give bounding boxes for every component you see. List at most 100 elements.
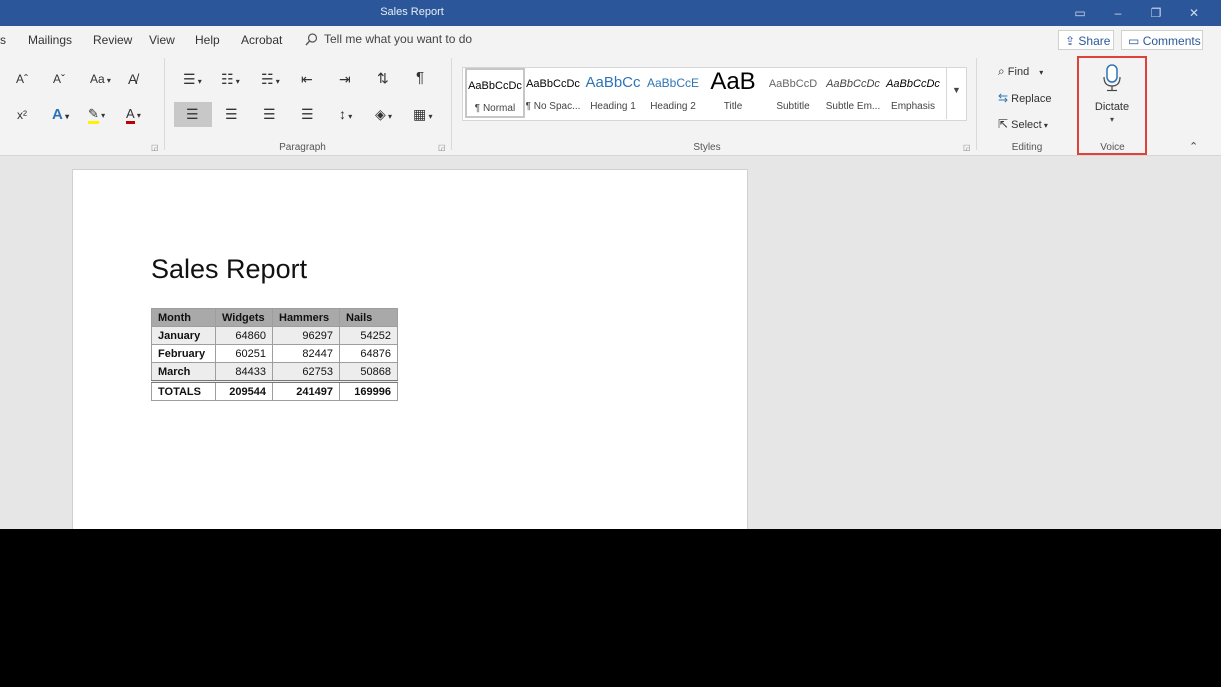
lightbulb-search-icon	[305, 33, 318, 46]
table-cell: TOTALS	[151, 380, 216, 401]
document-page[interactable]: Sales Report Month Widgets Hammers Nails…	[72, 169, 748, 529]
style-label: ¶ Normal	[474, 103, 516, 114]
replace-button[interactable]: ⇆ Replace	[998, 91, 1051, 105]
shrink-font-button[interactable]: Aˇ	[53, 72, 65, 86]
comments-label: Comments	[1142, 34, 1201, 48]
style-preview: AaBbCcDc	[468, 80, 522, 92]
editing-group-label: Editing	[1011, 142, 1043, 153]
bullets-icon[interactable]: ☰ ▾	[183, 71, 202, 88]
table-cell: 62753	[272, 362, 340, 382]
style-heading-1[interactable]: AaBbCc Heading 1	[583, 68, 643, 118]
font-dialog-launcher-icon[interactable]: ◲	[151, 143, 159, 152]
table-row: January 64860 96297 54252	[151, 326, 398, 345]
table-cell: 54252	[339, 326, 398, 345]
style-label: Title	[723, 101, 743, 112]
tab-help[interactable]: Help	[195, 33, 220, 47]
change-case-button[interactable]: Aa ▾	[90, 72, 111, 86]
table-header: Month	[151, 308, 216, 327]
align-center-icon[interactable]: ☰	[225, 106, 238, 123]
font-color-icon[interactable]: A ▾	[126, 106, 141, 124]
multilevel-list-icon[interactable]: ☵ ▾	[261, 71, 280, 88]
group-separator	[164, 58, 165, 150]
style-no-spacing[interactable]: AaBbCcDc ¶ No Spac...	[523, 68, 583, 118]
table-header: Nails	[339, 308, 398, 327]
text-effects-icon[interactable]: A ▾	[52, 106, 69, 123]
group-separator	[451, 58, 452, 150]
table-cell: January	[151, 326, 216, 345]
change-case-label: Aa	[90, 72, 105, 86]
increase-indent-icon[interactable]: ⇥	[339, 71, 351, 88]
styles-dialog-launcher-icon[interactable]: ◲	[963, 143, 971, 152]
minimize-icon[interactable]: –	[1109, 5, 1127, 21]
style-label: Heading 2	[650, 101, 696, 112]
style-title[interactable]: AaB Title	[703, 68, 763, 118]
borders-icon[interactable]: ▦ ▾	[413, 106, 432, 123]
highlight-color-icon[interactable]: ✎ ▾	[88, 106, 105, 124]
style-label: ¶ No Spac...	[525, 101, 581, 112]
collapse-ribbon-icon[interactable]: ⌃	[1189, 140, 1198, 153]
select-button[interactable]: ⇱ Select ▾	[998, 117, 1048, 131]
table-header: Hammers	[272, 308, 340, 327]
ribbon: Aˆ Aˇ Aa ▾ A̸ x² A ▾ ✎ ▾ A ▾ ◲ ☰ ▾ ☷ ▾ ☵…	[0, 54, 1221, 156]
style-preview: AaBbCcDc	[526, 78, 580, 90]
table-totals-row: TOTALS 209544 241497 169996	[151, 380, 398, 401]
style-preview: AaB	[710, 68, 756, 95]
align-right-icon[interactable]: ☰	[263, 106, 276, 123]
styles-group-label: Styles	[693, 142, 721, 153]
decrease-indent-icon[interactable]: ⇤	[301, 71, 313, 88]
word-window: Sales Report ▭ – ❐ ✕ s Mailings Review V…	[0, 0, 1221, 529]
style-emphasis[interactable]: AaBbCcDc Emphasis	[883, 68, 943, 118]
table-row: February 60251 82447 64876	[151, 344, 398, 363]
shading-icon[interactable]: ◈ ▾	[375, 106, 392, 123]
document-title[interactable]: Sales Report	[151, 254, 307, 285]
tab-mailings[interactable]: Mailings	[28, 33, 72, 47]
close-icon[interactable]: ✕	[1185, 5, 1203, 21]
paragraph-dialog-launcher-icon[interactable]: ◲	[438, 143, 446, 152]
clear-formatting-icon[interactable]: A̸	[128, 71, 137, 87]
show-formatting-marks-icon[interactable]: ¶	[416, 69, 424, 86]
find-button[interactable]: ⌕ Find ▾	[998, 64, 1043, 79]
chevron-down-icon: ▼	[952, 85, 961, 95]
find-label: Find	[1007, 66, 1030, 78]
share-button[interactable]: ⇪ Share	[1058, 30, 1114, 50]
table-cell: 64876	[339, 344, 398, 363]
title-bar: Sales Report ▭ – ❐ ✕	[0, 0, 1221, 26]
replace-icon: ⇆	[998, 91, 1009, 105]
superscript-button[interactable]: x²	[17, 108, 27, 122]
ribbon-tabs: s Mailings Review View Help Acrobat Tell…	[0, 26, 1221, 54]
style-subtitle[interactable]: AaBbCcD Subtitle	[763, 68, 823, 118]
table-cell: 169996	[339, 380, 398, 401]
group-separator	[976, 58, 977, 150]
style-label: Subtitle	[776, 101, 810, 112]
restore-icon[interactable]: ❐	[1147, 5, 1165, 21]
align-left-button[interactable]: ☰	[174, 102, 212, 127]
window-title: Sales Report	[380, 6, 444, 18]
sales-table[interactable]: Month Widgets Hammers Nails January 6486…	[151, 308, 398, 401]
ribbon-display-options-icon[interactable]: ▭	[1071, 5, 1089, 21]
sort-icon[interactable]: ⇅	[377, 70, 389, 87]
style-subtle-emphasis[interactable]: AaBbCcDc Subtle Em...	[823, 68, 883, 118]
styles-more-button[interactable]: ▼	[946, 67, 966, 119]
tab-review[interactable]: Review	[93, 33, 132, 47]
numbering-icon[interactable]: ☷ ▾	[221, 71, 240, 88]
table-cell: 96297	[272, 326, 340, 345]
share-label: Share	[1078, 34, 1111, 48]
style-label: Emphasis	[891, 101, 935, 112]
tell-me-text: Tell me what you want to do	[324, 32, 473, 46]
align-left-icon: ☰	[186, 106, 199, 122]
style-preview: AaBbCc	[585, 74, 641, 91]
style-preview: AaBbCcD	[768, 78, 818, 90]
style-preview: AaBbCcE	[646, 76, 700, 90]
table-cell: 84433	[215, 362, 273, 382]
line-spacing-icon[interactable]: ↕ ▾	[339, 106, 352, 122]
tell-me-search[interactable]: Tell me what you want to do	[305, 32, 472, 46]
justify-icon[interactable]: ☰	[301, 106, 314, 123]
grow-font-button[interactable]: Aˆ	[16, 72, 28, 86]
tab-design-partial[interactable]: s	[0, 33, 6, 47]
style-heading-2[interactable]: AaBbCcE Heading 2	[643, 68, 703, 118]
style-normal[interactable]: AaBbCcDc ¶ Normal	[465, 68, 525, 118]
comment-icon: ▭	[1128, 34, 1140, 48]
comments-button[interactable]: ▭ Comments	[1121, 30, 1203, 50]
tab-acrobat[interactable]: Acrobat	[241, 33, 282, 47]
tab-view[interactable]: View	[149, 33, 175, 47]
